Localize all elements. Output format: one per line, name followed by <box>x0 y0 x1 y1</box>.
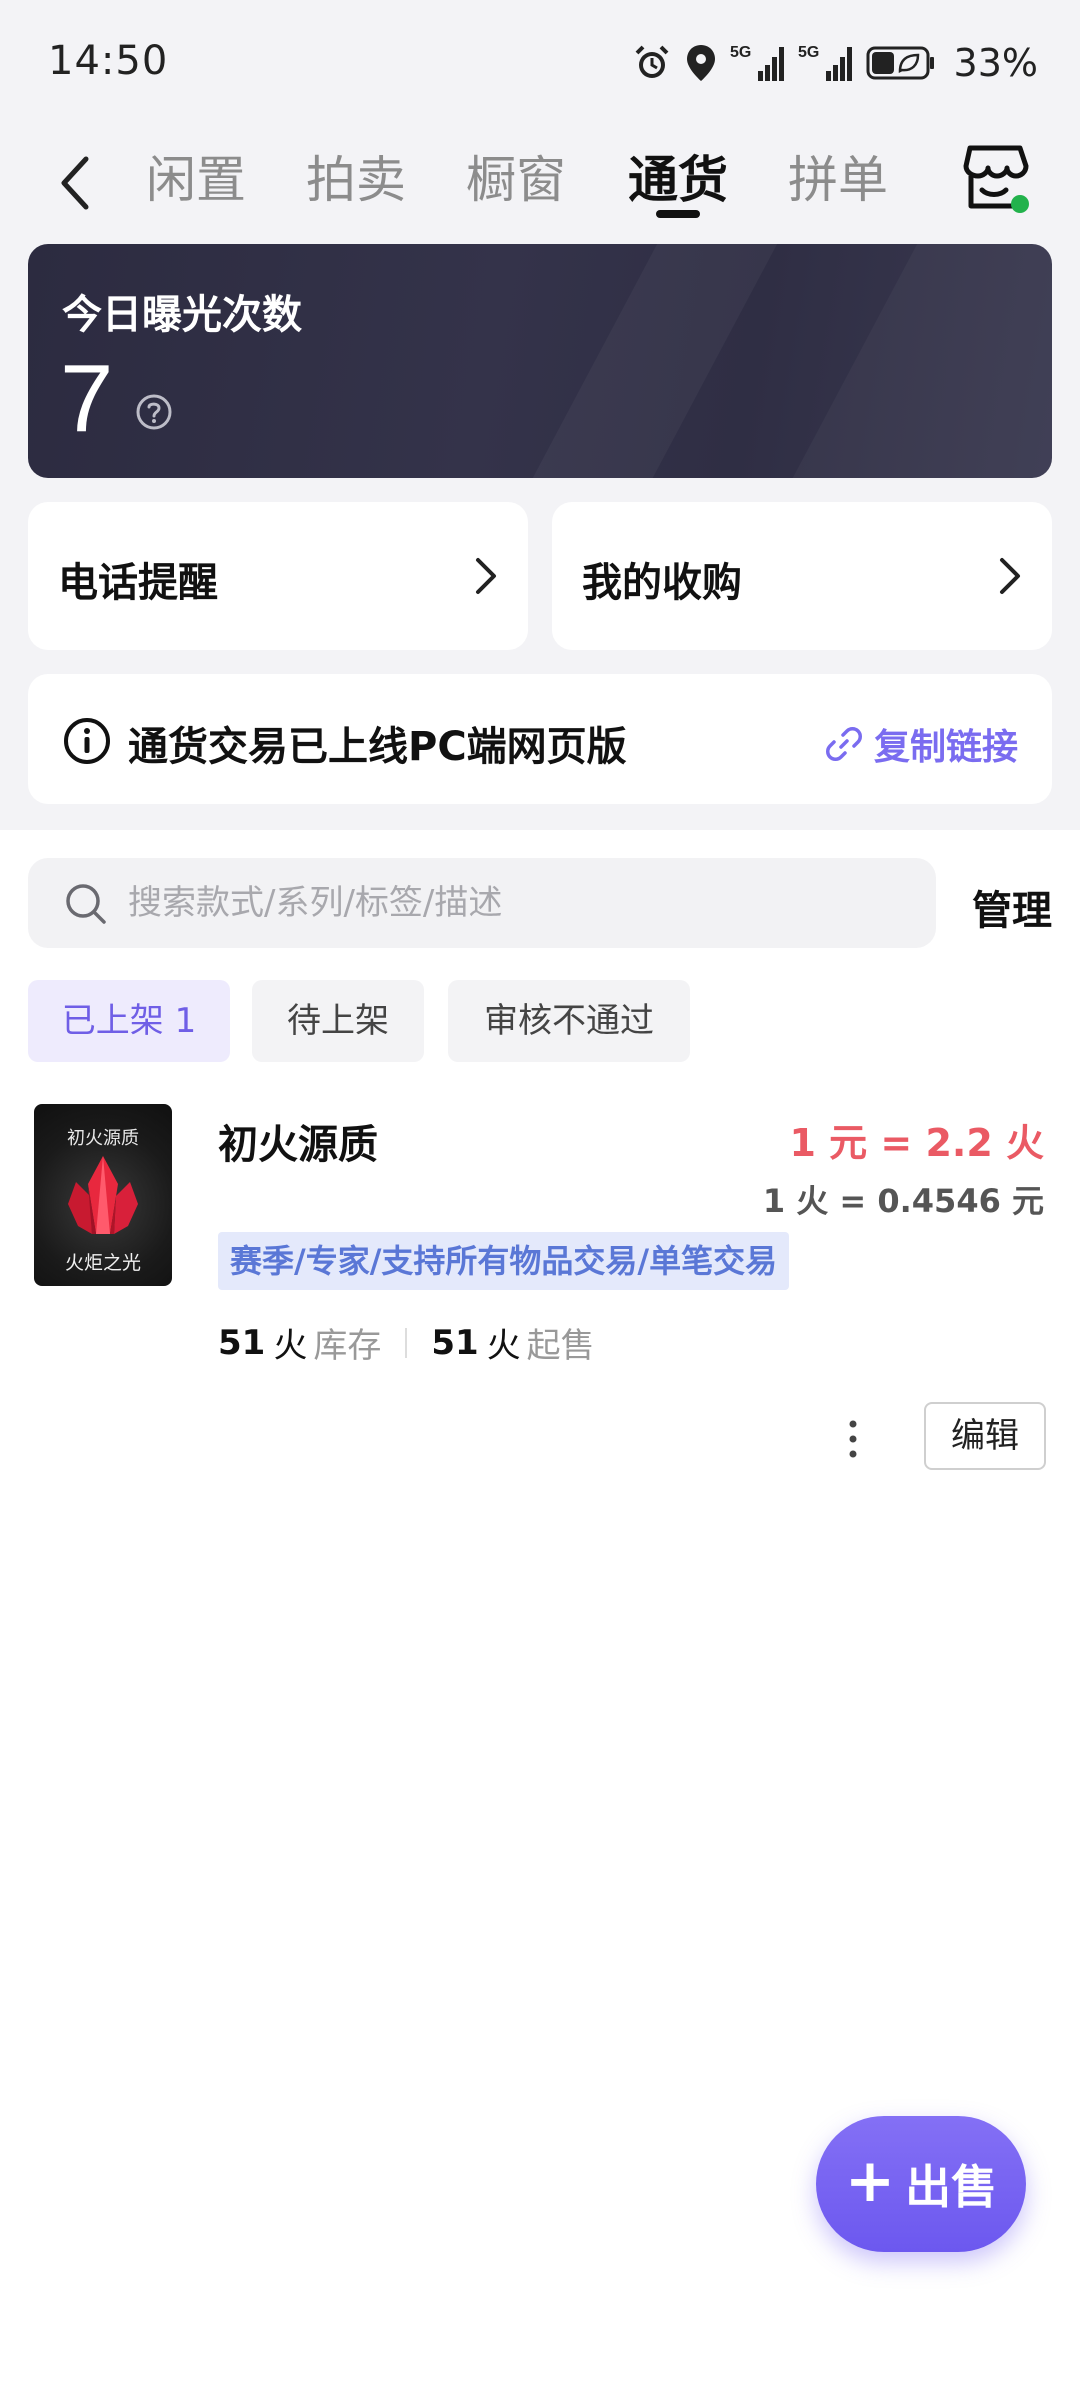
sell-label: 出售 <box>905 2160 998 2214</box>
plus-icon: + <box>844 2146 896 2216</box>
more-options-icon[interactable] <box>840 1414 866 1464</box>
signal-5g-icon: 5G <box>730 41 786 85</box>
exposure-count: 7 <box>60 345 114 452</box>
stock-number: 51 <box>218 1322 266 1363</box>
location-icon <box>684 43 718 83</box>
thumb-game: 火炬之光 <box>64 1252 141 1274</box>
question-circle-icon[interactable] <box>134 392 174 432</box>
min-sale-label: 起售 <box>526 1326 595 1366</box>
tab-group-buy[interactable]: 拼单 <box>788 140 888 220</box>
filter-listed[interactable]: 已上架 1 <box>28 980 230 1062</box>
crystal-icon <box>68 1156 138 1234</box>
search-input[interactable] <box>128 858 908 948</box>
sell-button[interactable]: + 出售 <box>816 2116 1026 2252</box>
card-decoration-2 <box>768 244 1052 478</box>
tab-currency[interactable]: 通货 <box>628 140 728 220</box>
item-rate: 1 元 = 2.2 火 <box>789 1121 1044 1165</box>
item-rate-inverse: 1 火 = 0.4546 元 <box>762 1182 1044 1220</box>
link-icon <box>825 727 862 761</box>
tab-idle[interactable]: 闲置 <box>146 140 246 220</box>
filter-rejected[interactable]: 审核不通过 <box>448 980 690 1062</box>
exposure-card: 今日曝光次数 7 <box>28 244 1052 478</box>
battery-icon <box>866 45 936 81</box>
active-tab-indicator <box>656 210 700 218</box>
alarm-icon <box>632 43 672 83</box>
stock-unit: 火 <box>273 1326 308 1366</box>
my-purchases-card[interactable]: 我的收购 <box>552 502 1052 650</box>
battery-percent: 33% <box>953 41 1038 85</box>
tab-auction[interactable]: 拍卖 <box>306 140 406 220</box>
item-stock-row: 51 火 库存 51 火 起售 <box>218 1318 595 1367</box>
chevron-right-icon <box>1000 558 1020 594</box>
status-bar: 14:50 5G 5G 33% <box>0 0 1080 128</box>
stock-divider <box>405 1327 408 1358</box>
search-icon <box>66 884 106 924</box>
svg-text:5G: 5G <box>798 44 819 61</box>
copy-link-button[interactable]: 复制链接 <box>825 718 1018 770</box>
pc-notice: 通货交易已上线PC端网页版 复制链接 <box>28 674 1052 804</box>
signal-5g-icon-2: 5G <box>798 41 854 85</box>
filter-pending[interactable]: 待上架 <box>252 980 424 1062</box>
exposure-title: 今日曝光次数 <box>62 292 302 338</box>
svg-text:5G: 5G <box>730 44 751 61</box>
chevron-right-icon <box>476 558 496 594</box>
stock-label: 库存 <box>313 1326 382 1366</box>
edit-button[interactable]: 编辑 <box>924 1402 1046 1470</box>
top-nav: 闲置 拍卖 橱窗 通货 拼单 <box>0 128 1080 238</box>
phone-reminder-card[interactable]: 电话提醒 <box>28 502 528 650</box>
info-icon <box>64 718 110 764</box>
shop-button[interactable] <box>960 140 1032 216</box>
min-sale-unit: 火 <box>486 1326 521 1366</box>
shop-icon <box>963 145 1029 213</box>
item-name: 初火源质 <box>218 1122 378 1168</box>
thumb-title: 初火源质 <box>67 1128 139 1149</box>
card-decoration <box>508 244 788 478</box>
item-tags: 赛季/专家/支持所有物品交易/单笔交易 <box>218 1232 790 1290</box>
back-button[interactable] <box>50 148 100 218</box>
item-thumbnail[interactable]: 初火源质 火炬之光 <box>34 1104 172 1286</box>
tab-showcase[interactable]: 橱窗 <box>466 140 566 220</box>
search-box <box>28 858 936 948</box>
copy-link-label: 复制链接 <box>873 727 1018 768</box>
status-time: 14:50 <box>48 38 169 84</box>
min-sale-number: 51 <box>431 1322 479 1363</box>
chevron-left-icon <box>61 156 89 210</box>
my-purchases-label: 我的收购 <box>582 560 742 606</box>
status-icons: 5G 5G 33% <box>632 38 1038 88</box>
notice-text: 通货交易已上线PC端网页版 <box>128 724 627 770</box>
phone-reminder-label: 电话提醒 <box>58 560 218 606</box>
manage-button[interactable]: 管理 <box>972 878 1052 936</box>
